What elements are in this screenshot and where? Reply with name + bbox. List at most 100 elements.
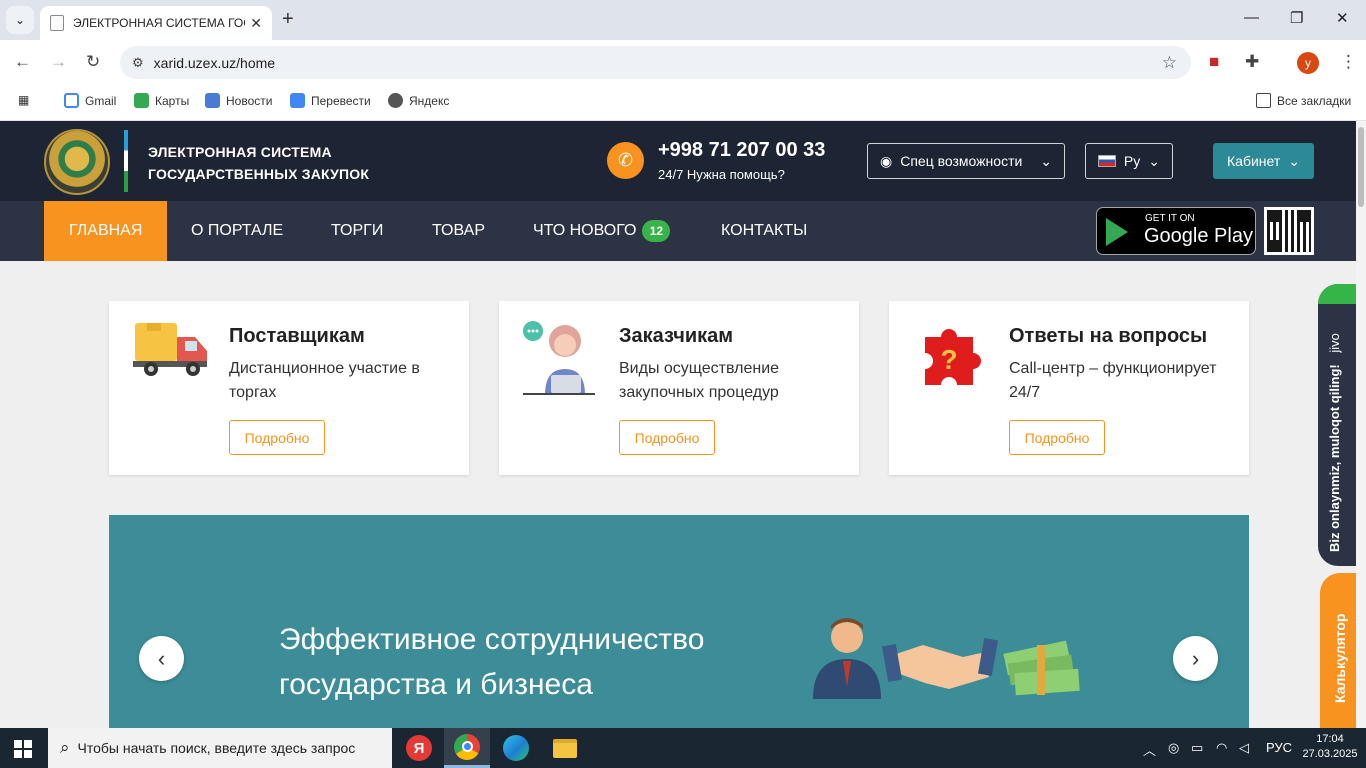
qr-code-icon[interactable] <box>1264 207 1314 255</box>
page-scrollbar[interactable] <box>1356 121 1366 728</box>
more-button[interactable]: Подробно <box>1009 420 1105 455</box>
nav-contacts[interactable]: КОНТАКТЫ <box>721 201 807 261</box>
chrome-icon[interactable] <box>444 728 490 768</box>
bookmark-label: Карты <box>155 93 190 108</box>
card-faq: ? Ответы на вопросы Call-центр – функцио… <box>889 301 1249 475</box>
maps-icon <box>134 93 149 108</box>
uzbekistan-emblem-logo[interactable] <box>44 129 110 195</box>
minimize-icon[interactable]: — <box>1244 9 1259 26</box>
clock-time: 17:04 <box>1316 733 1344 745</box>
browser-tab[interactable]: ЭЛЕКТРОННАЯ СИСТЕМА ГОС ✕ <box>40 6 272 40</box>
webcam-icon[interactable]: ◎ <box>1168 740 1179 756</box>
new-tab-icon[interactable]: + <box>282 8 294 31</box>
main-nav: ГЛАВНАЯ О ПОРТАЛЕ ТОРГИ ТОВАР ЧТО НОВОГО… <box>0 201 1356 261</box>
chat-prompt: Biz onlaynmiz, muloqot qiling! <box>1327 364 1342 552</box>
accessibility-label: Спец возможности <box>900 153 1023 169</box>
delivery-truck-icon <box>133 323 207 376</box>
windows-taskbar: ⌕ Чтобы начать поиск, введите здесь запр… <box>0 728 1366 768</box>
volume-icon[interactable]: ◁ <box>1239 740 1249 756</box>
bookmark-label: Яндекс <box>409 93 450 108</box>
calculator-tab[interactable]: Калькулятор <box>1320 573 1358 728</box>
flag-stripe <box>124 130 128 192</box>
chevron-down-icon: ⌄ <box>1148 152 1160 169</box>
nav-whats-new[interactable]: ЧТО НОВОГО 12 <box>533 201 671 261</box>
cabinet-button[interactable]: Кабинет ⌄ <box>1213 143 1314 179</box>
language-label: Ру <box>1123 153 1141 169</box>
language-dropdown[interactable]: Ру ⌄ <box>1085 143 1173 179</box>
nav-home[interactable]: ГЛАВНАЯ <box>44 201 168 261</box>
back-icon[interactable]: ← <box>14 52 31 72</box>
edge-icon[interactable] <box>493 728 539 768</box>
cabinet-label: Кабинет <box>1227 153 1281 169</box>
svg-text:?: ? <box>940 344 957 375</box>
bookmark-maps[interactable]: Карты <box>134 93 189 108</box>
slide-heading: Эффективное сотрудничество государства и… <box>279 623 705 701</box>
extension-icon[interactable]: ■ <box>1209 52 1219 72</box>
battery-icon[interactable]: ▭ <box>1191 740 1203 756</box>
slider-next-icon[interactable]: › <box>1173 636 1218 681</box>
site-header: ЭЛЕКТРОННАЯ СИСТЕМА ГОСУДАРСТВЕННЫХ ЗАКУ… <box>0 121 1356 201</box>
chevron-down-icon: ⌄ <box>1040 152 1052 169</box>
bookmark-star-icon[interactable]: ☆ <box>1162 53 1177 73</box>
input-language[interactable]: РУС <box>1266 740 1292 755</box>
address-bar-row: ← → ↻ ⚙ xarid.uzex.uz/home ☆ ■ ✚ ⋮ <box>0 40 1366 85</box>
bookmark-news[interactable]: Новости <box>205 93 272 108</box>
folder-icon <box>1256 93 1271 108</box>
bookmark-translate[interactable]: Перевести <box>290 93 371 108</box>
apps-grid-icon[interactable]: ▦ <box>18 93 29 107</box>
tab-title: ЭЛЕКТРОННАЯ СИСТЕМА ГОС <box>73 16 245 30</box>
site-info-icon[interactable]: ⚙ <box>132 55 144 71</box>
file-explorer-icon[interactable] <box>542 728 588 768</box>
reload-icon[interactable]: ↻ <box>86 52 100 72</box>
accessibility-dropdown[interactable]: ◉ Спец возможности ⌄ <box>867 143 1065 179</box>
site-brand[interactable]: ЭЛЕКТРОННАЯ СИСТЕМА ГОСУДАРСТВЕННЫХ ЗАКУ… <box>148 141 369 185</box>
url-text[interactable]: xarid.uzex.uz/home <box>154 55 275 71</box>
restore-icon[interactable]: ❐ <box>1290 9 1303 27</box>
card-title: Ответы на вопросы <box>1009 325 1208 347</box>
phone-icon: ✆ <box>607 142 644 179</box>
chat-status-indicator <box>1318 284 1358 304</box>
card-customers: Заказчикам Виды осуществление закупочных… <box>499 301 859 475</box>
jivo-chat-tab[interactable]: Biz onlaynmiz, muloqot qiling! jivo <box>1318 284 1358 566</box>
nav-goods[interactable]: ТОВАР <box>432 201 485 261</box>
system-clock[interactable]: 17:04 27.03.2025 <box>1300 732 1360 762</box>
close-window-icon[interactable]: ✕ <box>1336 9 1349 27</box>
nav-label: ЧТО НОВОГО <box>533 222 637 239</box>
tab-search-button[interactable]: ⌄ <box>6 6 34 34</box>
slider-prev-icon[interactable]: ‹ <box>139 636 184 681</box>
close-tab-icon[interactable]: ✕ <box>250 15 262 32</box>
hotline-number[interactable]: +998 71 207 00 33 <box>658 139 825 162</box>
forward-icon[interactable]: → <box>50 52 67 72</box>
bookmark-label: Перевести <box>311 93 371 108</box>
yandex-browser-icon[interactable]: Я <box>396 728 442 768</box>
bookmark-gmail[interactable]: Gmail <box>64 93 116 108</box>
page-favicon-icon <box>50 15 64 31</box>
windows-start-icon[interactable] <box>14 740 32 758</box>
russia-flag-icon <box>1098 155 1116 167</box>
calculator-label: Калькулятор <box>1332 613 1348 703</box>
nav-auctions[interactable]: ТОРГИ <box>331 201 383 261</box>
all-bookmarks[interactable]: Все закладки <box>1256 93 1351 108</box>
chevron-down-icon: ⌄ <box>1288 152 1300 169</box>
more-button[interactable]: Подробно <box>619 420 715 455</box>
chat-tab-label: Biz onlaynmiz, muloqot qiling! jivo <box>1327 333 1342 552</box>
nav-about[interactable]: О ПОРТАЛЕ <box>191 201 283 261</box>
profile-avatar[interactable]: у <box>1297 52 1319 74</box>
browser-menu-icon[interactable]: ⋮ <box>1340 52 1357 72</box>
hotline-note: 24/7 Нужна помощь? <box>658 167 785 182</box>
google-icon <box>64 93 79 108</box>
bookmark-label: Новости <box>226 93 273 108</box>
bookmark-yandex[interactable]: Яндекс <box>388 93 449 108</box>
wifi-icon[interactable]: ◠ <box>1216 740 1227 756</box>
card-suppliers: Поставщикам Дистанционное участие в торг… <box>109 301 469 475</box>
gplay-big-text: Google Play <box>1144 225 1253 247</box>
scrollbar-thumb[interactable] <box>1358 127 1364 207</box>
puzzle-question-icon: ? <box>925 329 981 385</box>
google-play-button[interactable]: GET IT ON Google Play <box>1096 207 1256 255</box>
globe-icon <box>388 93 403 108</box>
extensions-puzzle-icon[interactable]: ✚ <box>1245 52 1259 72</box>
tray-chevron-up-icon[interactable]: ︿ <box>1143 740 1156 759</box>
taskbar-search[interactable]: ⌕ Чтобы начать поиск, введите здесь запр… <box>48 728 392 768</box>
more-button[interactable]: Подробно <box>229 420 325 455</box>
url-field[interactable]: ⚙ xarid.uzex.uz/home ☆ <box>120 46 1191 79</box>
